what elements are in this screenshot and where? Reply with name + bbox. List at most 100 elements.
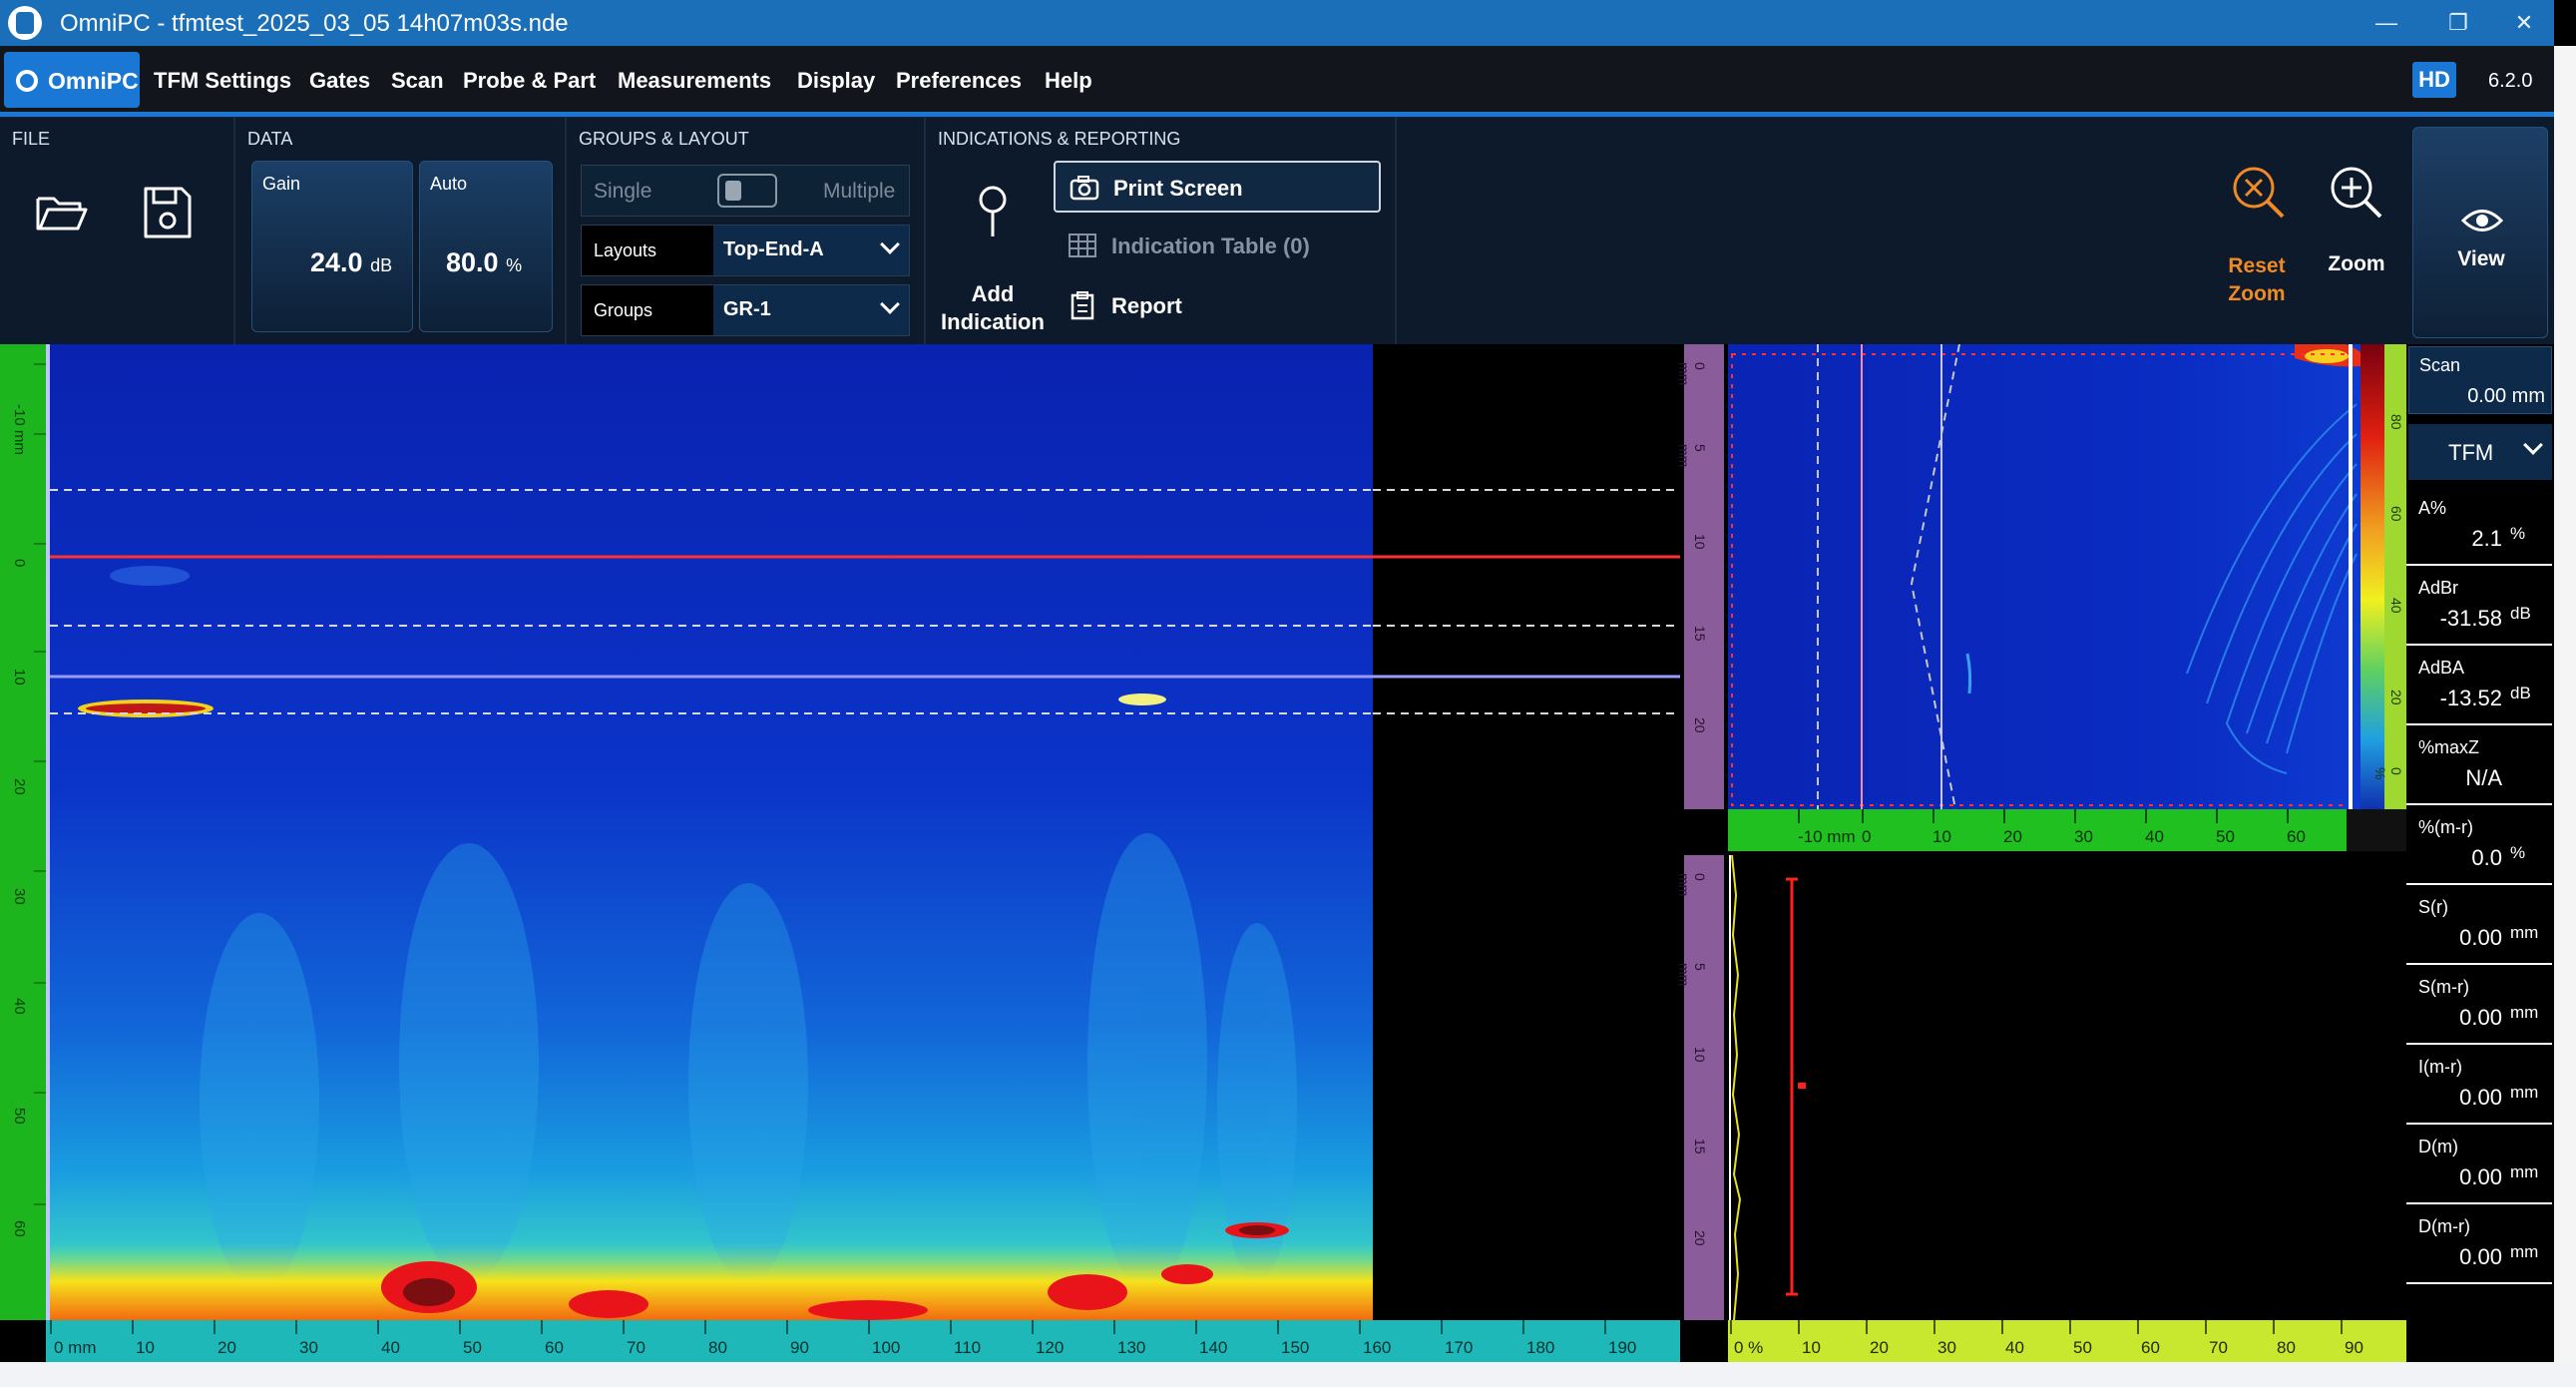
omnipc-menu-button[interactable]: OmniPC [4, 52, 140, 108]
scan-axis-ruler[interactable]: 0 mm 10 20 30 40 50 60 70 80 90 100 110 120 130 140 150… [46, 1320, 1680, 1362]
toggle-switch[interactable] [717, 174, 777, 208]
end-view-index-tick [2287, 809, 2289, 823]
auto-unit: % [506, 255, 523, 275]
reading-item[interactable]: A% 2.1% [2406, 490, 2552, 566]
print-screen-label: Print Screen [1113, 176, 1243, 201]
reading-unit: % [2510, 524, 2526, 543]
end-view-index-tick-label: 40 [2145, 827, 2164, 846]
ascan-amplitude-tick-label: 30 [1937, 1338, 1956, 1357]
auto-card[interactable]: Auto 80.0 % [419, 161, 553, 332]
omnipc-brand-label: OmniPC [48, 68, 139, 94]
reading-unit: mm [2510, 1242, 2539, 1261]
groups-dropdown[interactable]: Groups GR-1 [581, 284, 910, 336]
reading-item[interactable]: %maxZ N/A [2406, 729, 2552, 805]
ascan-view-image [1729, 854, 1806, 1321]
layouts-dropdown[interactable]: Layouts Top-End-A [581, 225, 910, 276]
scan-position-field[interactable]: Scan 0.00 mm [2408, 346, 2552, 414]
menu-scan[interactable]: Scan [391, 68, 444, 94]
ascan-amplitude-tick [1866, 1320, 1868, 1334]
restore-button[interactable]: ❐ [2422, 4, 2494, 42]
title-bar: OmniPC - tfmtest_2025_03_05 14h07m03s.nd… [0, 0, 2554, 46]
zoom-button[interactable]: Zoom [2317, 161, 2396, 320]
amplitude-tick-label: 20 [2388, 690, 2404, 705]
version-label: 6.2.0 [2488, 70, 2533, 92]
scan-axis-tick-label: 160 [1363, 1338, 1392, 1357]
reading-value: N/A [2465, 765, 2502, 790]
tfm-top-view-image [50, 344, 1373, 1320]
ascan-amplitude-tick [2273, 1320, 2275, 1334]
reading-item[interactable]: S(r) 0.00 mm [2406, 889, 2552, 965]
reading-item[interactable]: D(m) 0.00 mm [2406, 1129, 2552, 1204]
reading-item[interactable]: AdBr -31.58 dB [2406, 570, 2552, 646]
auto-value: 80.0 [446, 247, 499, 277]
gain-value-wrap: 24.0 dB [310, 247, 392, 278]
menu-preferences[interactable]: Preferences [896, 68, 1022, 94]
menu-probe-part[interactable]: Probe & Part [463, 68, 596, 94]
scan-axis-tick [50, 1320, 52, 1334]
menu-tfm-settings[interactable]: TFM Settings [154, 68, 291, 94]
reading-value: -13.52 [2439, 686, 2502, 710]
menu-gates[interactable]: Gates [309, 68, 370, 94]
menu-display[interactable]: Display [797, 68, 875, 94]
scan-depth-ruler[interactable]: -10 mm 0 10 20 30 40 50 60 [0, 344, 46, 1320]
layouts-select[interactable]: Top-End-A [713, 226, 909, 275]
folder-open-icon [36, 197, 88, 231]
scan-cursor-line[interactable] [46, 344, 50, 1320]
end-view-index-tick [2216, 809, 2218, 823]
scan-axis-tick [1441, 1320, 1443, 1334]
single-multiple-toggle[interactable]: Single Multiple [581, 165, 910, 217]
scan-axis-tick-label: 120 [1036, 1338, 1065, 1357]
end-view[interactable] [1728, 340, 2361, 810]
ascan-amplitude-tick [2137, 1320, 2139, 1334]
reading-item[interactable]: AdBA -13.52 dB [2406, 650, 2552, 725]
scan-position-label: Scan [2419, 355, 2461, 375]
report-button[interactable]: Report [1054, 280, 1381, 330]
save-button[interactable]: Save [130, 177, 210, 365]
chevron-down-icon [880, 294, 900, 314]
indications-section-label: INDICATIONS & REPORTING [938, 129, 1181, 149]
ascan-amplitude-ruler[interactable]: 0 % 10 20 30 40 50 60 70 80 90 [1728, 1320, 2406, 1362]
menu-help[interactable]: Help [1045, 68, 1092, 94]
close-button[interactable]: ✕ [2494, 4, 2554, 42]
end-view-index-tick [1862, 809, 1864, 823]
end-view-index-tick-label: 60 [2287, 827, 2306, 846]
reading-item[interactable]: S(m-r) 0.00 mm [2406, 969, 2552, 1045]
scan-axis-tick-label: 100 [872, 1338, 901, 1357]
end-view-index-tick-label: 50 [2216, 827, 2235, 846]
menu-measurements[interactable]: Measurements [618, 68, 771, 94]
groups-select[interactable]: GR-1 [713, 285, 909, 335]
end-view-index-ruler[interactable]: -10 mm 0 10 20 30 40 50 60 [1728, 809, 2347, 851]
indication-table-button[interactable]: Indication Table (0) [1054, 221, 1381, 270]
gain-card[interactable]: Gain 24.0 dB [251, 161, 413, 332]
file-section-label: FILE [12, 129, 51, 149]
view-label: View [2457, 247, 2505, 270]
add-indication-button[interactable]: Add Indication [938, 177, 1048, 346]
ascan-view[interactable] [1724, 854, 2406, 1321]
scan-axis-tick-label: 110 [954, 1338, 982, 1357]
scan-axis-tick [704, 1320, 706, 1334]
view-button[interactable]: View [2412, 127, 2548, 338]
scan-axis-tick [1604, 1320, 1606, 1334]
reset-zoom-button[interactable]: Reset Zoom [2213, 161, 2301, 320]
reading-item[interactable]: %(m-r) 0.0% [2406, 809, 2552, 885]
table-icon [1069, 233, 1096, 257]
open-button[interactable]: Open [24, 177, 104, 365]
reading-value: 0.0 [2471, 845, 2502, 870]
reading-label: S(r) [2418, 897, 2448, 917]
reading-item[interactable]: D(m-r) 0.00 mm [2406, 1208, 2552, 1284]
eye-icon [2461, 210, 2503, 231]
reading-value: 2.1 [2471, 526, 2502, 551]
tfm-top-view[interactable] [50, 344, 1373, 1320]
reading-unit: mm [2510, 923, 2539, 942]
hd-badge[interactable]: HD [2412, 62, 2456, 98]
reading-item[interactable]: I(m-r) 0.00 mm [2406, 1049, 2552, 1125]
amplitude-ruler[interactable]: 80 60 40 20 0 % [2372, 344, 2406, 809]
scan-position-value: 0.00 mm [2467, 385, 2545, 407]
ascan-depth-ruler[interactable]: 0 mm 5 mm 10 15 20 [1676, 855, 1724, 1320]
end-view-depth-ruler[interactable]: 0 mm 5 mm 10 15 20 [1676, 344, 1724, 809]
minimize-button[interactable]: — [2351, 4, 2422, 42]
print-screen-button[interactable]: Print Screen [1054, 161, 1381, 213]
end-view-image [1728, 340, 2361, 810]
scan-axis-tick [1277, 1320, 1279, 1334]
mode-dropdown[interactable]: TFM [2408, 424, 2552, 480]
